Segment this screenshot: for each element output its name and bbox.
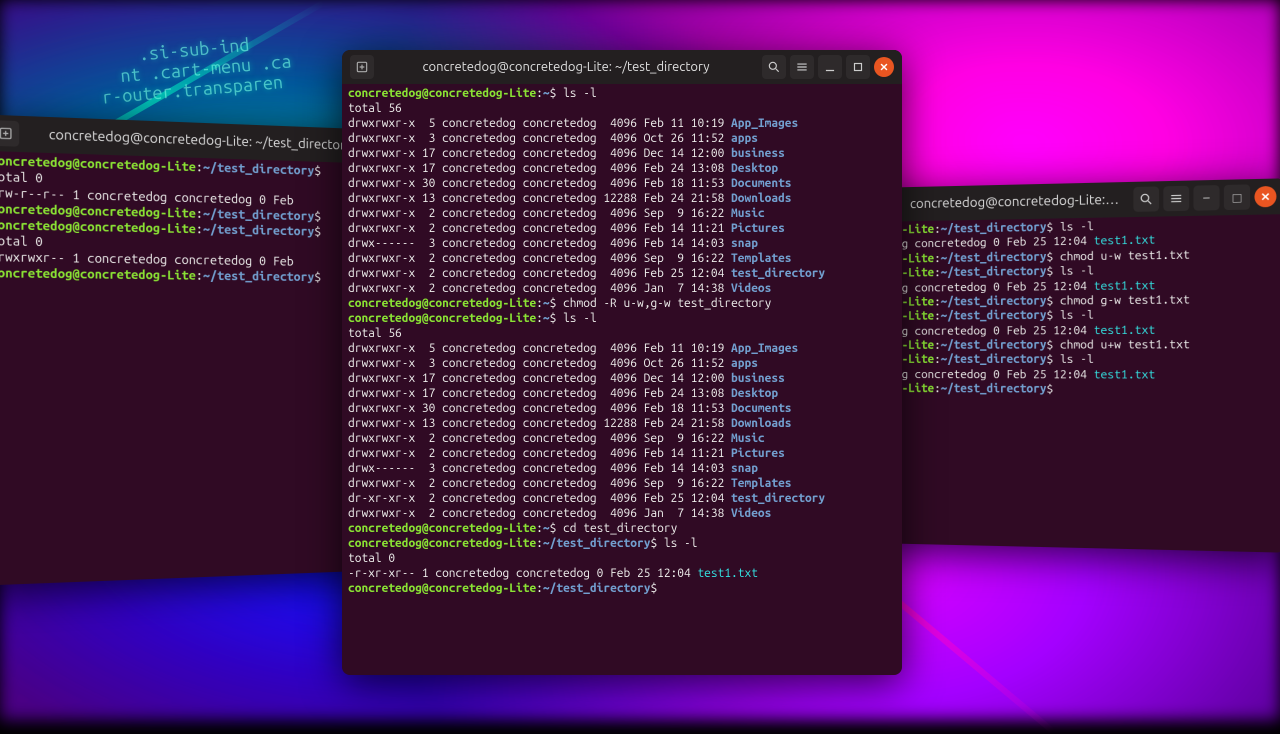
maximize-icon[interactable] [846, 55, 870, 79]
window-title: concretedog@concretedog-Lite: ~/test_dir… [19, 126, 378, 153]
terminal-window-left[interactable]: concretedog@concretedog-Lite: ~/test_dir… [0, 114, 386, 585]
terminal-window-right[interactable]: concretedog@concretedog-Lite: ~/test_dir… [870, 178, 1280, 552]
titlebar[interactable]: concretedog@concretedog-Lite: ~/test_dir… [342, 50, 902, 84]
new-tab-icon[interactable] [350, 55, 374, 79]
maximize-icon[interactable]: □ [1224, 184, 1250, 210]
close-icon[interactable] [874, 57, 894, 77]
search-icon[interactable] [762, 55, 786, 79]
terminal-window-center[interactable]: concretedog@concretedog-Lite: ~/test_dir… [342, 50, 902, 675]
minimize-icon[interactable] [818, 55, 842, 79]
new-tab-icon[interactable] [0, 120, 19, 147]
menu-icon[interactable] [1163, 186, 1189, 212]
terminal-output[interactable]: edog-Lite:~/test_directory$ ls -ltedog c… [870, 214, 1280, 400]
terminal-output[interactable]: concretedog@concretedog-Lite:~$ ls -ltot… [342, 84, 902, 598]
window-title: concretedog@concretedog-Lite: ~/test_dir… [902, 192, 1129, 211]
close-icon[interactable] [1254, 186, 1276, 208]
minimize-icon[interactable]: − [1193, 185, 1219, 211]
window-title: concretedog@concretedog-Lite: ~/test_dir… [374, 60, 758, 74]
terminal-output[interactable]: concretedog@concretedog-Lite:~/test_dire… [0, 151, 386, 288]
menu-icon[interactable] [790, 55, 814, 79]
search-icon[interactable] [1133, 186, 1159, 211]
